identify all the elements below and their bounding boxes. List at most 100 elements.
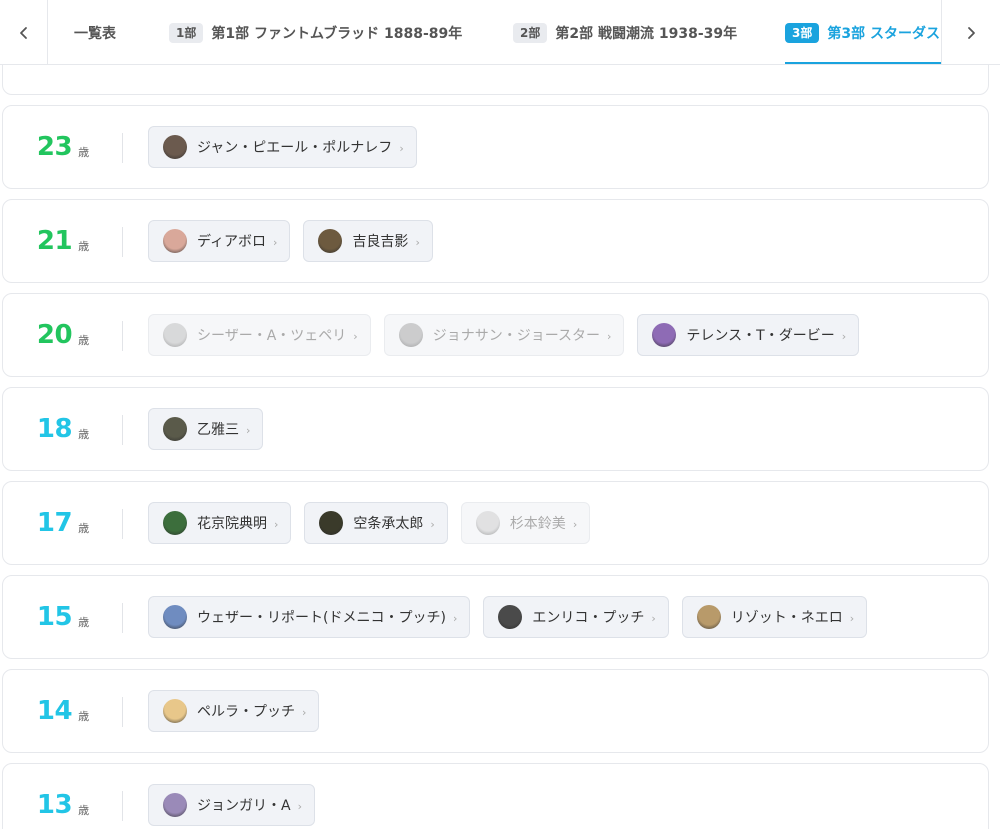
chevron-right-icon: › xyxy=(274,517,279,531)
character-name: ジャン・ピエール・ポルナレフ xyxy=(197,140,393,156)
age-row: 20 歳 シーザー・A・ツェペリ › ジョナサン・ジョースター › テレンス・T・ダービー › xyxy=(2,293,989,377)
character-name: 乙雅三 xyxy=(197,422,239,438)
character-chip-list: ディアボロ › 吉良吉影 › xyxy=(148,200,446,282)
chevron-right-icon: › xyxy=(297,799,302,813)
character-chip[interactable]: テレンス・T・ダービー › xyxy=(637,314,860,356)
character-chip[interactable]: エンリコ・プッチ › xyxy=(483,596,669,638)
character-name: ウェザー・リポート(ドメニコ・プッチ) xyxy=(197,610,446,626)
character-chip[interactable]: ジョナサン・ジョースター › xyxy=(383,314,625,356)
age-row: 17 歳 花京院典明 › 空条承太郎 › 杉本鈴美 › xyxy=(2,481,989,565)
divider xyxy=(122,133,123,163)
age-unit: 歳 xyxy=(78,710,90,723)
chevron-right-icon: › xyxy=(415,235,420,249)
character-chip[interactable]: ペルラ・プッチ › xyxy=(148,690,320,732)
age-label: 13 歳 xyxy=(3,764,123,829)
age-row: 23 歳 ジャン・ピエール・ポルナレフ › xyxy=(2,105,989,189)
character-chip[interactable]: 杉本鈴美 › xyxy=(460,502,591,544)
age-label: 17 歳 xyxy=(3,482,123,564)
character-avatar-icon xyxy=(498,605,523,629)
character-name: 空条承太郎 xyxy=(353,516,424,532)
character-chip[interactable]: 吉良吉影 › xyxy=(303,220,433,262)
divider xyxy=(122,697,123,727)
chevron-right-icon: › xyxy=(273,235,278,249)
character-chip[interactable]: ウェザー・リポート(ドメニコ・プッチ) › xyxy=(148,596,471,638)
character-chip-list: 花京院典明 › 空条承太郎 › 杉本鈴美 › xyxy=(148,482,603,564)
character-name: リゾット・ネエロ xyxy=(730,610,843,626)
character-avatar-icon xyxy=(163,323,187,347)
age-label: 21 歳 xyxy=(3,200,123,282)
tab-part-2[interactable]: 2部 第2部 戦闘潮流 1938-39年 xyxy=(513,0,738,64)
age-row: 15 歳ウェザー・リポート(ドメニコ・プッチ) › エンリコ・プッチ › リゾット・ネエロ… xyxy=(2,575,989,659)
character-name: エンリコ・プッチ xyxy=(532,610,645,626)
tab-badge: 2部 xyxy=(513,22,548,43)
age-number: 17 xyxy=(36,508,73,538)
character-chip[interactable]: 乙雅三 › xyxy=(148,408,264,450)
tab-part-1[interactable]: 1部 第1部 ファントムブラッド 1888-89年 xyxy=(169,0,463,64)
tab-label: 第3部 スターダス xyxy=(827,25,940,42)
character-name: テレンス・T・ダービー xyxy=(686,328,835,344)
character-avatar-icon xyxy=(163,135,187,159)
age-unit: 歳 xyxy=(78,522,90,535)
divider xyxy=(122,227,123,257)
character-chip[interactable]: ジョンガリ・A › xyxy=(148,784,315,826)
age-label: 18 歳 xyxy=(3,388,123,470)
chevron-right-icon: › xyxy=(353,329,358,343)
character-avatar-icon xyxy=(319,511,344,535)
age-unit: 歳 xyxy=(78,334,90,347)
part-tab-bar: 一覧表 1部 第1部 ファントムブラッド 1888-89年 2部 第2部 戦闘潮… xyxy=(0,0,1000,65)
divider xyxy=(122,603,123,633)
tab-part-3[interactable]: 3部 第3部 スターダス xyxy=(785,0,941,64)
character-chip[interactable]: ディアボロ › xyxy=(148,220,291,262)
chevron-right-icon: › xyxy=(849,611,855,625)
age-row: 18 歳 乙雅三 › xyxy=(2,387,989,471)
age-number: 14 xyxy=(36,696,73,726)
scroll-right-button[interactable] xyxy=(941,0,1000,64)
character-chip[interactable]: シーザー・A・ツェペリ › xyxy=(148,314,371,356)
tab-label: 第1部 ファントムブラッド 1888-89年 xyxy=(211,25,463,42)
scroll-left-button[interactable] xyxy=(0,0,48,64)
age-unit: 歳 xyxy=(78,804,90,817)
character-avatar-icon xyxy=(398,323,423,347)
age-label: 14 歳 xyxy=(3,670,123,752)
chevron-right-icon: › xyxy=(841,329,847,343)
chevron-left-icon xyxy=(19,26,27,39)
tab-label: 第2部 戦闘潮流 1938-39年 xyxy=(555,25,738,42)
chevron-right-icon: › xyxy=(430,517,435,531)
character-chip[interactable]: 花京院典明 › xyxy=(148,502,292,544)
age-number: 20 xyxy=(36,320,73,350)
chevron-right-icon: › xyxy=(452,611,458,625)
character-avatar-icon xyxy=(318,229,343,253)
character-chip-list: シーザー・A・ツェペリ › ジョナサン・ジョースター › テレンス・T・ダービー › xyxy=(148,294,872,376)
character-avatar-icon xyxy=(163,229,187,253)
character-chip[interactable]: 空条承太郎 › xyxy=(304,502,448,544)
character-avatar-icon xyxy=(163,793,187,817)
divider xyxy=(122,321,123,351)
tabs: 一覧表 1部 第1部 ファントムブラッド 1888-89年 2部 第2部 戦闘潮… xyxy=(48,0,941,64)
character-avatar-icon xyxy=(163,699,187,723)
age-unit: 歳 xyxy=(78,616,90,629)
character-avatar-icon xyxy=(652,323,677,347)
divider xyxy=(122,415,123,445)
character-name: ディアボロ xyxy=(197,234,267,250)
age-label: 20 歳 xyxy=(3,294,123,376)
character-avatar-icon xyxy=(696,605,721,629)
age-unit: 歳 xyxy=(78,146,90,159)
character-chip[interactable]: ジャン・ピエール・ポルナレフ › xyxy=(148,126,417,168)
chevron-right-icon: › xyxy=(572,517,578,531)
character-chip-list: ウェザー・リポート(ドメニコ・プッチ) › エンリコ・プッチ › リゾット・ネエロ › xyxy=(148,576,880,658)
tab-overview[interactable]: 一覧表 xyxy=(74,0,116,64)
age-row: 13 歳 ジョンガリ・A › xyxy=(2,763,989,829)
age-number: 23 xyxy=(36,132,73,162)
character-avatar-icon xyxy=(163,417,187,441)
chevron-right-icon: › xyxy=(246,423,251,437)
age-unit: 歳 xyxy=(78,428,90,441)
character-chip[interactable]: リゾット・ネエロ › xyxy=(681,596,868,638)
character-name: ペルラ・プッチ xyxy=(197,704,295,720)
chevron-right-icon: › xyxy=(607,329,612,343)
chevron-right-icon: › xyxy=(302,705,307,719)
character-chip-list: 乙雅三 › xyxy=(148,388,276,470)
tab-badge: 1部 xyxy=(169,22,204,43)
chevron-right-icon xyxy=(968,26,975,39)
age-number: 13 xyxy=(36,790,73,820)
character-chip-list: ペルラ・プッチ › xyxy=(148,670,332,752)
